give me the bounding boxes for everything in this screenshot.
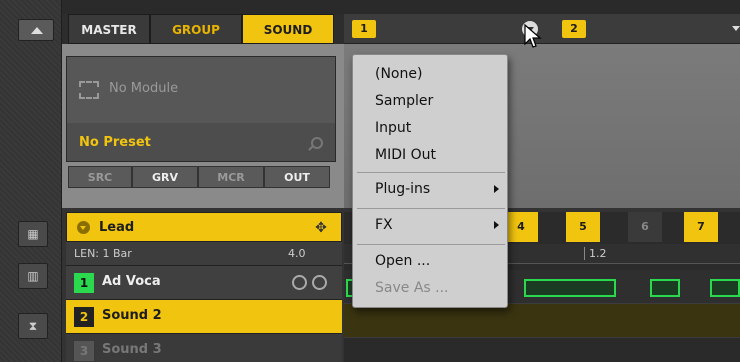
sample-view-icon[interactable]: ⧗ <box>18 313 48 339</box>
group-name: Lead <box>99 220 135 235</box>
bar-header[interactable]: 7 <box>684 212 718 242</box>
collapse-panel-button[interactable] <box>18 19 54 41</box>
page-src-button[interactable]: SRC <box>68 166 132 188</box>
search-icon[interactable] <box>311 137 323 149</box>
sound-slot-number: 2 <box>74 307 94 327</box>
submenu-arrow-icon <box>494 185 499 193</box>
page-out-button[interactable]: OUT <box>264 166 330 188</box>
note-lane[interactable] <box>344 304 740 338</box>
note-event[interactable] <box>650 279 680 297</box>
power-icon[interactable] <box>312 275 327 290</box>
grid-view-icon[interactable]: ▦ <box>18 221 48 247</box>
note-event[interactable] <box>524 279 616 297</box>
ruler-position-label: 1.2 <box>584 247 607 260</box>
menu-divider <box>357 208 505 209</box>
plugin-slot-menu: (None) Sampler Input MIDI Out Plug-ins F… <box>352 54 508 308</box>
menu-item-label: Plug-ins <box>375 181 431 197</box>
submenu-arrow-icon <box>494 221 499 229</box>
sound-slot-number: 3 <box>74 341 94 361</box>
menu-item-fx[interactable]: FX <box>353 212 509 238</box>
bar-header[interactable]: 6 <box>628 212 662 242</box>
slot-2-dropdown-icon[interactable] <box>730 21 740 37</box>
note-event[interactable] <box>710 279 740 297</box>
sound-slot-name: Sound 3 <box>102 342 162 357</box>
note-lane[interactable] <box>344 338 740 362</box>
tab-bar: MASTER GROUP SOUND <box>62 14 352 44</box>
slot-1-badge[interactable]: 1 <box>352 20 376 38</box>
keyboard-view-icon[interactable]: ▥ <box>18 263 48 289</box>
menu-item-midi-out[interactable]: MIDI Out <box>353 142 509 168</box>
mouse-cursor-icon <box>524 24 542 48</box>
empty-module-icon <box>79 81 99 99</box>
module-page-buttons: SRC GRV MCR OUT <box>68 166 336 188</box>
plugin-slot-strip: 1 2 <box>344 14 740 44</box>
menu-item-input[interactable]: Input <box>353 115 509 141</box>
sound-slot-name: Ad Voca <box>102 274 161 289</box>
pattern-length-row: LEN: 1 Bar 4.0 <box>66 242 342 266</box>
module-name: No Module <box>109 81 179 96</box>
menu-item-open[interactable]: Open ... <box>353 248 509 274</box>
volume-knob-icon[interactable] <box>292 275 307 290</box>
pattern-length-label[interactable]: LEN: 1 Bar <box>74 247 132 260</box>
menu-item-label: FX <box>375 217 393 233</box>
slot-2-badge[interactable]: 2 <box>562 20 586 38</box>
module-slot[interactable]: No Module No Preset <box>66 56 336 162</box>
sound-slot-row[interactable]: 1 Ad Voca <box>66 266 342 300</box>
tab-master[interactable]: MASTER <box>68 14 150 44</box>
menu-divider <box>357 244 505 245</box>
bar-header[interactable]: 5 <box>566 212 600 242</box>
tab-sound[interactable]: SOUND <box>242 14 334 44</box>
module-display: No Module <box>67 57 335 123</box>
menu-item-sampler[interactable]: Sampler <box>353 88 509 114</box>
move-icon[interactable]: ✥ <box>313 220 329 236</box>
page-grv-button[interactable]: GRV <box>132 166 198 188</box>
preset-name[interactable]: No Preset <box>79 135 151 150</box>
sound-slot-row[interactable]: 2 Sound 2 <box>66 300 342 334</box>
sound-slot-name: Sound 2 <box>102 308 162 323</box>
sound-slot-row[interactable]: 3 Sound 3 <box>66 334 342 362</box>
menu-item-plug-ins[interactable]: Plug-ins <box>353 176 509 202</box>
pattern-length-value[interactable]: 4.0 <box>288 247 306 260</box>
tab-group[interactable]: GROUP <box>150 14 242 44</box>
left-sidebar: ▦ ▥ ⧗ <box>0 0 62 362</box>
bar-header[interactable]: 4 <box>504 212 538 242</box>
chevron-down-icon[interactable] <box>77 221 90 234</box>
menu-item-save-as[interactable]: Save As ... <box>353 275 509 301</box>
sound-slot-number: 1 <box>74 273 94 293</box>
page-mcr-button[interactable]: MCR <box>198 166 264 188</box>
menu-item-none[interactable]: (None) <box>353 61 509 87</box>
menu-divider <box>357 172 505 173</box>
group-header[interactable]: Lead ✥ <box>66 212 342 242</box>
